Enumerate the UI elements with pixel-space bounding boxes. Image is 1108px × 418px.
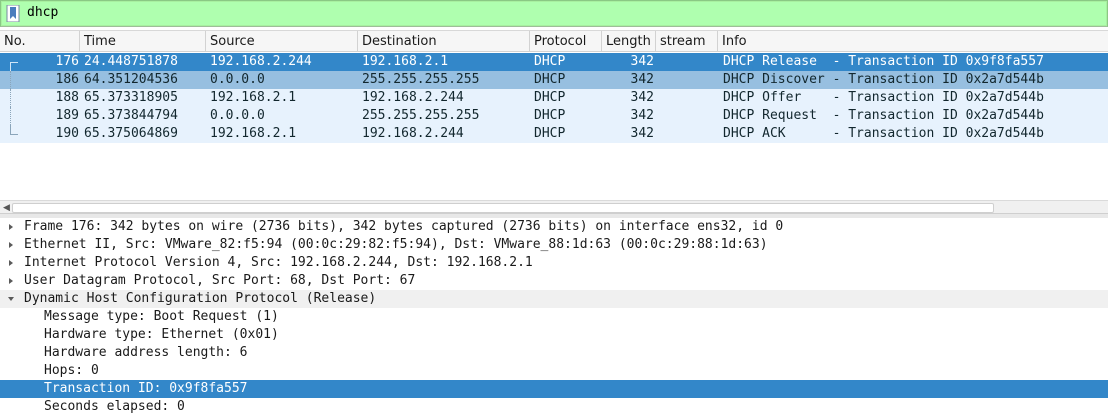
detail-text: Internet Protocol Version 4, Src: 192.16…	[24, 255, 533, 270]
expand-arrow-icon[interactable]	[7, 259, 15, 267]
detail-text: Frame 176: 342 bytes on wire (2736 bits)…	[24, 219, 784, 234]
scroll-left-arrow-icon[interactable]: ◀	[3, 203, 10, 213]
cell-destination: 255.255.255.255	[362, 72, 480, 87]
packet-row[interactable]: 186 64.351204536 0.0.0.0 255.255.255.255…	[0, 71, 1108, 89]
cell-time: 65.373844794	[84, 108, 178, 123]
detail-row[interactable]: Internet Protocol Version 4, Src: 192.16…	[0, 254, 1108, 272]
cell-time: 64.351204536	[84, 72, 178, 87]
column-header-stream[interactable]: stream	[656, 31, 718, 52]
packet-row[interactable]: 188 65.373318905 192.168.2.1 192.168.2.2…	[0, 89, 1108, 107]
detail-text: Message type: Boot Request (1)	[44, 309, 279, 324]
cell-time: 24.448751878	[84, 54, 178, 69]
cell-length: 342	[630, 54, 654, 69]
cell-protocol: DHCP	[534, 90, 566, 105]
cell-info: DHCP Release - Transaction ID 0x9f8fa557	[723, 54, 1044, 69]
detail-text: Dynamic Host Configuration Protocol (Rel…	[24, 291, 377, 306]
cell-source: 0.0.0.0	[210, 108, 265, 123]
column-header-no[interactable]: No.	[0, 31, 80, 52]
column-header-destination[interactable]: Destination	[358, 31, 530, 52]
detail-text: Hardware address length: 6	[44, 345, 248, 360]
packet-list[interactable]: No. Time Source Destination Protocol Len…	[0, 30, 1108, 214]
detail-row[interactable]: Frame 176: 342 bytes on wire (2736 bits)…	[0, 218, 1108, 236]
cell-protocol: DHCP	[534, 126, 566, 141]
detail-text: Hops: 0	[44, 363, 99, 378]
detail-text: Hardware type: Ethernet (0x01)	[44, 327, 279, 342]
cell-protocol: DHCP	[534, 54, 566, 69]
detail-row[interactable]: Dynamic Host Configuration Protocol (Rel…	[0, 290, 1108, 308]
cell-protocol: DHCP	[534, 72, 566, 87]
cell-stream	[660, 53, 718, 71]
filter-text[interactable]: dhcp	[27, 4, 58, 22]
expand-arrow-icon[interactable]	[7, 277, 15, 285]
cell-length: 342	[630, 108, 654, 123]
cell-source: 192.168.2.244	[210, 54, 312, 69]
cell-destination: 255.255.255.255	[362, 108, 480, 123]
expand-arrow-icon[interactable]	[7, 223, 15, 231]
detail-row[interactable]: Hops: 0	[0, 362, 1108, 380]
packet-row[interactable]: 176 24.448751878 192.168.2.244 192.168.2…	[0, 53, 1108, 72]
detail-text: Ethernet II, Src: VMware_82:f5:94 (00:0c…	[24, 237, 768, 252]
detail-text: User Datagram Protocol, Src Port: 68, Ds…	[24, 273, 416, 288]
cell-destination: 192.168.2.1	[362, 54, 449, 69]
cell-info: DHCP Request - Transaction ID 0x2a7d544b	[723, 108, 1044, 123]
cell-time: 65.373318905	[84, 90, 178, 105]
cell-source: 192.168.2.1	[210, 126, 297, 141]
detail-row[interactable]: User Datagram Protocol, Src Port: 68, Ds…	[0, 272, 1108, 290]
horizontal-scrollbar-handle[interactable]	[12, 203, 994, 213]
detail-row[interactable]: Message type: Boot Request (1)	[0, 308, 1108, 326]
cell-length: 342	[630, 72, 654, 87]
detail-row[interactable]: Transaction ID: 0x9f8fa557	[0, 380, 1108, 398]
detail-row[interactable]: Hardware type: Ethernet (0x01)	[0, 326, 1108, 344]
cell-no: 188	[55, 90, 79, 105]
display-filter-input[interactable]: dhcp	[2, 2, 1106, 25]
cell-info: DHCP Offer - Transaction ID 0x2a7d544b	[723, 90, 1044, 105]
cell-stream	[660, 107, 718, 125]
cell-stream	[660, 125, 718, 143]
cell-length: 342	[630, 126, 654, 141]
cell-info: DHCP Discover - Transaction ID 0x2a7d544…	[723, 72, 1044, 87]
detail-row[interactable]: Ethernet II, Src: VMware_82:f5:94 (00:0c…	[0, 236, 1108, 254]
cell-time: 65.375064869	[84, 126, 178, 141]
cell-source: 192.168.2.1	[210, 90, 297, 105]
cell-info: DHCP ACK - Transaction ID 0x2a7d544b	[723, 126, 1044, 141]
packet-row[interactable]: 189 65.373844794 0.0.0.0 255.255.255.255…	[0, 107, 1108, 125]
cell-length: 342	[630, 90, 654, 105]
column-header-info[interactable]: Info	[718, 31, 1108, 52]
cell-no: 189	[55, 108, 79, 123]
cell-source: 0.0.0.0	[210, 72, 265, 87]
detail-row[interactable]: Hardware address length: 6	[0, 344, 1108, 362]
detail-text: Seconds elapsed: 0	[44, 399, 185, 414]
cell-destination: 192.168.2.244	[362, 126, 464, 141]
collapse-arrow-icon[interactable]	[7, 295, 15, 303]
expand-arrow-icon[interactable]	[7, 241, 15, 249]
packet-details-tree[interactable]: Frame 176: 342 bytes on wire (2736 bits)…	[0, 218, 1108, 418]
cell-no: 186	[55, 72, 79, 87]
display-filter-bar[interactable]: dhcp	[0, 0, 1108, 27]
column-header-time[interactable]: Time	[80, 31, 206, 52]
cell-destination: 192.168.2.244	[362, 90, 464, 105]
cell-stream	[660, 71, 718, 89]
packet-row[interactable]: 190 65.375064869 192.168.2.1 192.168.2.2…	[0, 125, 1108, 143]
bookmark-icon[interactable]	[6, 5, 20, 22]
detail-row[interactable]: Seconds elapsed: 0	[0, 398, 1108, 416]
column-header-length[interactable]: Length	[602, 31, 656, 52]
column-header-source[interactable]: Source	[206, 31, 358, 52]
horizontal-scrollbar[interactable]: ◀	[0, 200, 1108, 214]
detail-text: Transaction ID: 0x9f8fa557	[44, 381, 248, 396]
cell-no: 176	[55, 54, 79, 69]
cell-stream	[660, 89, 718, 107]
cell-protocol: DHCP	[534, 108, 566, 123]
packet-list-header: No. Time Source Destination Protocol Len…	[0, 31, 1108, 52]
column-header-protocol[interactable]: Protocol	[530, 31, 602, 52]
cell-no: 190	[55, 126, 79, 141]
